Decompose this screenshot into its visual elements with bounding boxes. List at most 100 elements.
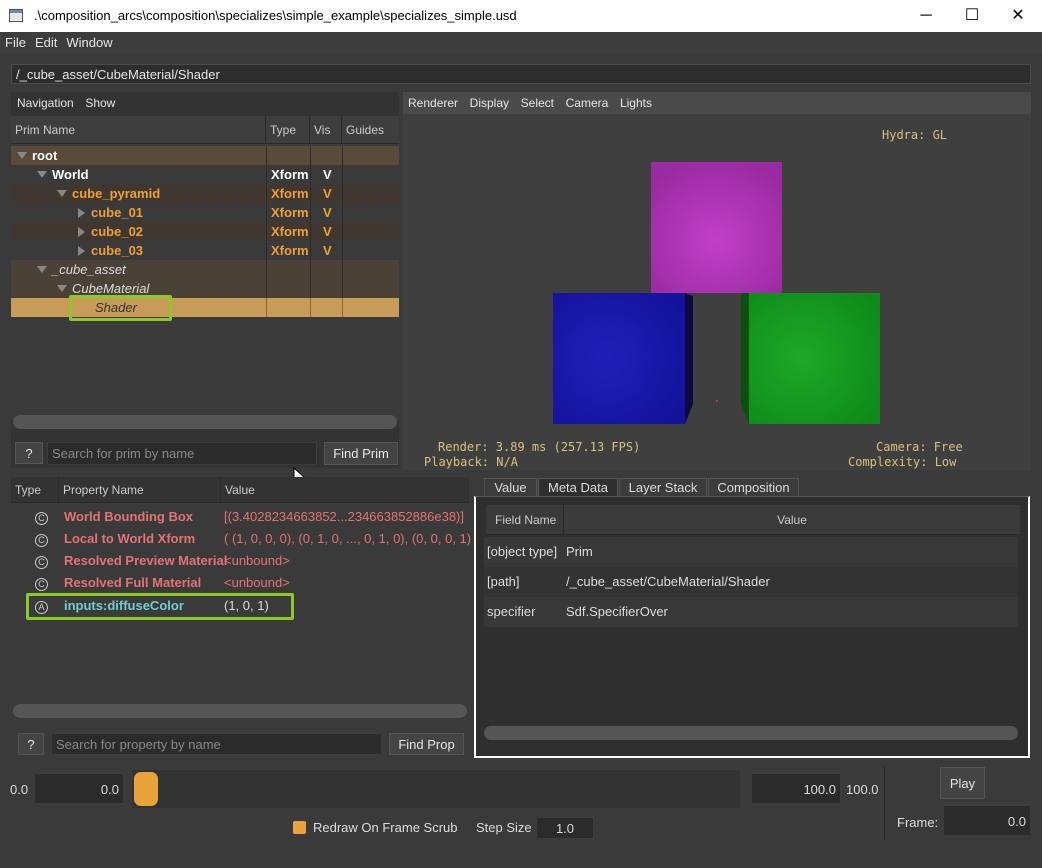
- property-row[interactable]: C Local to World Xform ( (1, 0, 0, 0), (…: [11, 527, 479, 549]
- prim-name: cube_03: [91, 243, 144, 258]
- find-prop-button[interactable]: Find Prop: [389, 733, 464, 755]
- tab-meta-data[interactable]: Meta Data: [538, 478, 618, 497]
- close-button[interactable]: ✕: [995, 0, 1041, 32]
- prim-help-button[interactable]: ?: [15, 442, 43, 464]
- meta-header: Field Name Value: [486, 505, 1020, 535]
- meta-field: [path]: [487, 574, 520, 589]
- property-header: Type Property Name Value: [11, 477, 469, 503]
- cube-right[interactable]: [749, 293, 880, 424]
- property-search-input[interactable]: Search for property by name: [51, 733, 382, 755]
- property-row[interactable]: C Resolved Full Material <unbound>: [11, 571, 467, 593]
- find-prim-button[interactable]: Find Prim: [324, 442, 398, 465]
- tab-layer-stack[interactable]: Layer Stack: [619, 478, 707, 497]
- property-name: Local to World Xform: [64, 531, 196, 546]
- redraw-checkbox[interactable]: [293, 821, 306, 834]
- render-stats: Render: 3.89 ms (257.13 FPS): [438, 440, 641, 454]
- cube-left[interactable]: [553, 293, 685, 424]
- expand-arrow-icon[interactable]: [37, 171, 47, 178]
- 3d-viewport[interactable]: Hydra: GL Render: 3.89 ms (257.13 FPS) P…: [403, 114, 1031, 470]
- column-prop-type[interactable]: Type: [11, 477, 59, 502]
- meta-row[interactable]: [path] /_cube_asset/CubeMaterial/Shader: [484, 567, 1018, 597]
- vis-toggle[interactable]: V: [310, 184, 342, 203]
- frame-slider[interactable]: [131, 769, 741, 809]
- viewport-panel: Renderer Display Select Camera Lights Hy…: [403, 92, 1031, 470]
- property-name: World Bounding Box: [64, 509, 194, 524]
- meta-value: Prim: [566, 544, 593, 559]
- menu-file[interactable]: File: [0, 32, 30, 50]
- computed-property-icon: C: [35, 512, 48, 525]
- property-help-button[interactable]: ?: [18, 733, 44, 755]
- menu-renderer[interactable]: Renderer: [408, 96, 458, 110]
- menu-select[interactable]: Select: [521, 96, 554, 110]
- menu-edit[interactable]: Edit: [30, 32, 61, 50]
- tab-show[interactable]: Show: [85, 96, 115, 110]
- app-icon: [9, 9, 23, 22]
- column-meta-value[interactable]: Value: [564, 505, 1020, 534]
- meta-scrollbar[interactable]: [484, 726, 1018, 740]
- prim-tree: root World Xform V cube_pyramid Xform V …: [11, 144, 399, 322]
- navigation-panel: Navigation Show Prim Name Type Vis Guide…: [11, 92, 399, 468]
- tree-row-cube-03[interactable]: cube_03 Xform V: [11, 241, 399, 260]
- column-prim-name[interactable]: Prim Name: [11, 116, 266, 143]
- menu-lights[interactable]: Lights: [620, 96, 652, 110]
- tree-row-root[interactable]: root: [11, 146, 399, 165]
- expand-arrow-icon[interactable]: [17, 152, 27, 159]
- column-guides[interactable]: Guides: [342, 116, 399, 143]
- frame-input[interactable]: 0.0: [943, 805, 1031, 836]
- cube-top[interactable]: [651, 162, 782, 293]
- prim-name: cube_01: [91, 205, 144, 220]
- tree-row-cube-asset[interactable]: _cube_asset: [11, 260, 399, 279]
- step-size-label: Step Size: [476, 820, 532, 835]
- computed-property-icon: C: [35, 556, 48, 569]
- column-type[interactable]: Type: [266, 116, 310, 143]
- cube-right-side: [741, 293, 749, 424]
- meta-row[interactable]: [object type] Prim: [484, 537, 1018, 567]
- maximize-button[interactable]: ☐: [949, 0, 995, 32]
- meta-data-view: Field Name Value: [474, 496, 1030, 758]
- column-field-name[interactable]: Field Name: [486, 505, 564, 534]
- vis-toggle[interactable]: V: [310, 165, 342, 184]
- step-size-input[interactable]: 1.0: [536, 817, 594, 839]
- minimize-button[interactable]: ─: [903, 0, 949, 32]
- tree-row-cube-pyramid[interactable]: cube_pyramid Xform V: [11, 184, 399, 203]
- tree-row-cube-01[interactable]: cube_01 Xform V: [11, 203, 399, 222]
- prim-search-input[interactable]: Search for prim by name: [47, 442, 317, 465]
- tab-composition[interactable]: Composition: [708, 478, 799, 497]
- property-name: Resolved Preview Material: [64, 553, 228, 568]
- expand-arrow-icon[interactable]: [37, 266, 47, 273]
- prim-tree-scrollbar[interactable]: [13, 415, 397, 429]
- vis-toggle[interactable]: V: [310, 222, 342, 241]
- playback-stats: Playback: N/A: [424, 455, 518, 469]
- property-row[interactable]: C World Bounding Box [(3.4028234663852..…: [11, 505, 467, 527]
- menu-display[interactable]: Display: [470, 96, 509, 110]
- property-value: <unbound>: [224, 553, 290, 568]
- collapsed-arrow-icon[interactable]: [78, 227, 85, 237]
- tab-navigation[interactable]: Navigation: [17, 96, 74, 110]
- end-frame-label: 100.0: [846, 782, 879, 797]
- tree-row-cube-02[interactable]: cube_02 Xform V: [11, 222, 399, 241]
- prim-path-field[interactable]: /_cube_asset/CubeMaterial/Shader: [11, 64, 1031, 84]
- menu-camera[interactable]: Camera: [566, 96, 609, 110]
- property-scrollbar[interactable]: [13, 704, 467, 718]
- tree-row-world[interactable]: World Xform V: [11, 165, 399, 184]
- vis-toggle[interactable]: V: [310, 241, 342, 260]
- play-button[interactable]: Play: [940, 767, 985, 799]
- menu-window[interactable]: Window: [61, 32, 116, 50]
- collapsed-arrow-icon[interactable]: [78, 246, 85, 256]
- viewport-toolbar: Renderer Display Select Camera Lights: [408, 95, 660, 110]
- column-vis[interactable]: Vis: [310, 116, 342, 143]
- prim-type: Xform: [266, 165, 310, 184]
- meta-row[interactable]: specifier Sdf.SpecifierOver: [484, 597, 1018, 627]
- tab-value[interactable]: Value: [484, 478, 537, 497]
- frame-slider-handle[interactable]: [134, 772, 158, 806]
- start-frame-input[interactable]: 0.0: [34, 773, 124, 804]
- column-prop-value[interactable]: Value: [221, 477, 469, 502]
- column-prop-name[interactable]: Property Name: [59, 477, 221, 502]
- expand-arrow-icon[interactable]: [57, 285, 67, 292]
- camera-stats: Camera: Free: [876, 440, 963, 454]
- collapsed-arrow-icon[interactable]: [78, 208, 85, 218]
- end-frame-input[interactable]: 100.0: [751, 773, 841, 804]
- property-row[interactable]: C Resolved Preview Material <unbound>: [11, 549, 467, 571]
- expand-arrow-icon[interactable]: [57, 190, 67, 197]
- vis-toggle[interactable]: V: [310, 203, 342, 222]
